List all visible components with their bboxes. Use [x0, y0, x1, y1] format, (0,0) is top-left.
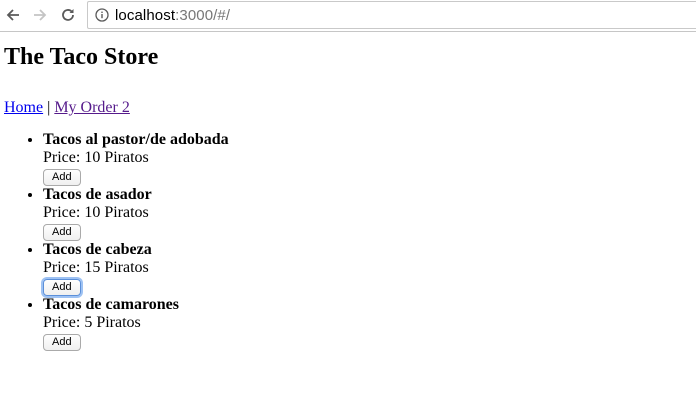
list-item: Tacos de cabeza Price: 15 Piratos Add [43, 241, 692, 296]
info-icon[interactable] [95, 8, 109, 22]
taco-list: Tacos al pastor/de adobada Price: 10 Pir… [4, 131, 692, 351]
main-nav: Home | My Order 2 [4, 99, 692, 117]
address-bar[interactable]: localhost:3000/#/ [87, 1, 696, 29]
taco-name: Tacos de camarones [43, 296, 179, 313]
forward-button[interactable] [30, 5, 50, 25]
taco-price: Price: 10 Piratos [43, 149, 149, 166]
url-path: :3000/#/ [175, 6, 231, 24]
page-title: The Taco Store [4, 44, 159, 70]
taco-price: Price: 15 Piratos [43, 259, 149, 276]
taco-name: Tacos al pastor/de adobada [43, 131, 229, 148]
taco-price: Price: 5 Piratos [43, 314, 141, 331]
my-order-link[interactable]: My Order 2 [54, 99, 130, 116]
add-button[interactable]: Add [43, 279, 81, 296]
home-link[interactable]: Home [4, 99, 43, 116]
browser-toolbar: localhost:3000/#/ [0, 0, 696, 32]
forward-arrow-icon [34, 9, 47, 21]
url-text[interactable]: localhost:3000/#/ [115, 7, 230, 24]
taco-name: Tacos de cabeza [43, 241, 152, 258]
nav-separator: | [43, 99, 55, 116]
back-button[interactable] [3, 5, 23, 25]
url-host: localhost [115, 6, 176, 24]
list-item: Tacos al pastor/de adobada Price: 10 Pir… [43, 131, 692, 186]
add-button[interactable]: Add [43, 169, 81, 186]
list-item: Tacos de asador Price: 10 Piratos Add [43, 186, 692, 241]
page-content: The Taco Store Home | My Order 2 Tacos a… [0, 43, 696, 351]
list-item: Tacos de camarones Price: 5 Piratos Add [43, 296, 692, 351]
add-button[interactable]: Add [43, 334, 81, 351]
taco-name: Tacos de asador [43, 186, 152, 203]
taco-price: Price: 10 Piratos [43, 204, 149, 221]
add-button[interactable]: Add [43, 224, 81, 241]
back-arrow-icon [6, 9, 19, 21]
reload-button[interactable] [58, 5, 78, 25]
reload-icon [62, 9, 74, 21]
